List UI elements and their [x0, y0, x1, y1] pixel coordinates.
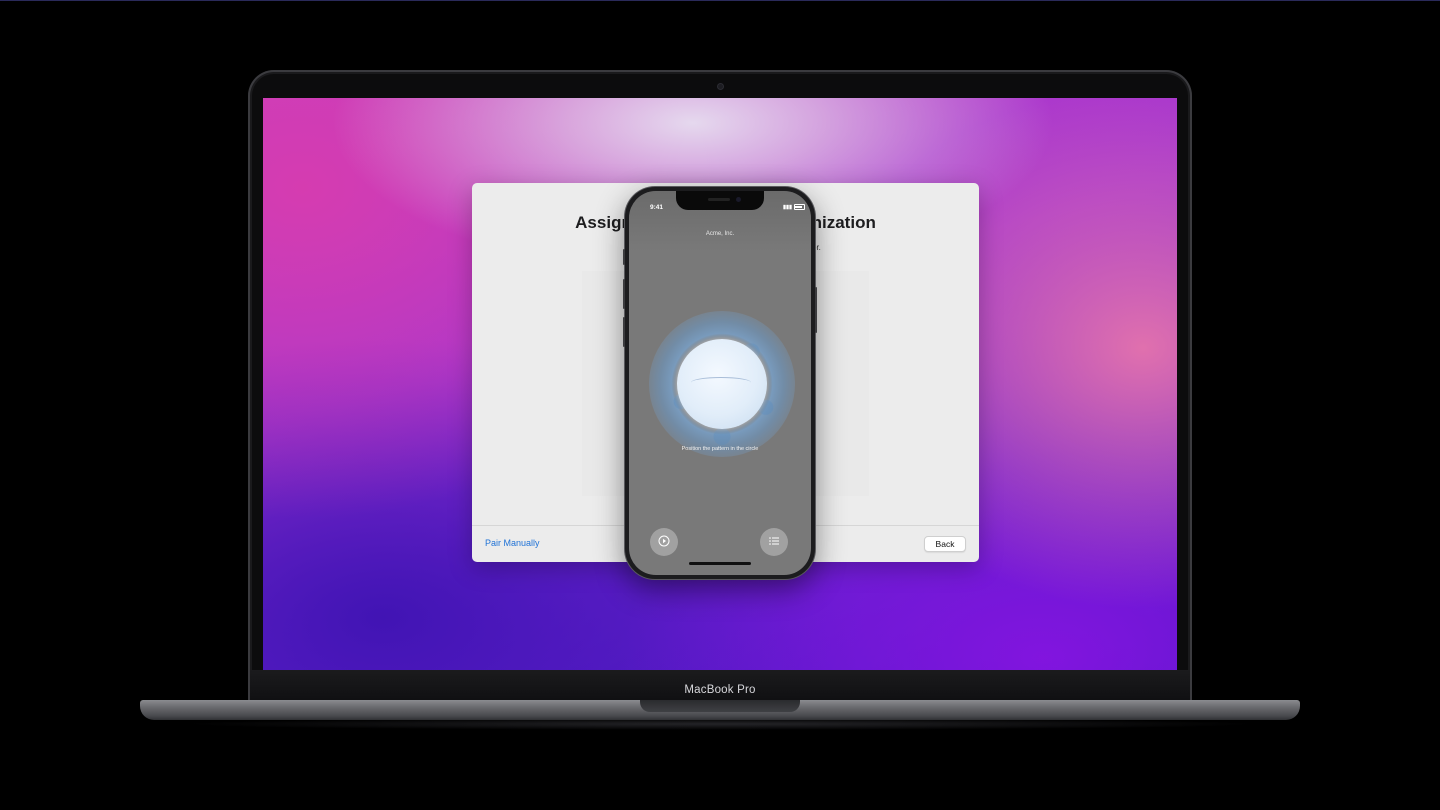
- list-icon[interactable]: [760, 528, 788, 556]
- stage: MacBook Pro Assign this Mac to Your Orga…: [0, 0, 1440, 810]
- signal-icon: ▮▮▮: [783, 204, 793, 211]
- play-circle-icon[interactable]: [650, 528, 678, 556]
- speaker-icon: [708, 198, 730, 201]
- pairing-target-circle: [677, 339, 767, 429]
- pair-manually-link[interactable]: Pair Manually: [485, 538, 540, 548]
- macbook-model-label: MacBook Pro: [684, 684, 756, 696]
- battery-icon: [793, 204, 805, 210]
- iphone: 9:41 ▮▮▮ Acme, Inc. Position the pattern…: [623, 187, 817, 579]
- phone-volume-up-button: [623, 279, 625, 309]
- home-indicator[interactable]: [689, 562, 751, 565]
- pattern-hint: Position the pattern in the circle: [681, 446, 759, 452]
- organization-name: Acme, Inc.: [705, 231, 735, 237]
- phone-screen: 9:41 ▮▮▮ Acme, Inc. Position the pattern…: [629, 191, 811, 575]
- top-edge-line: [0, 0, 1440, 1]
- phone-action-button: [623, 249, 625, 265]
- phone-side-button: [815, 287, 817, 333]
- back-button[interactable]: Back: [924, 536, 966, 552]
- camera-icon: [718, 84, 723, 89]
- status-icons: ▮▮▮: [783, 204, 805, 210]
- macbook-lid-notch: [640, 700, 800, 712]
- phone-volume-down-button: [623, 317, 625, 347]
- front-camera-icon: [736, 197, 741, 202]
- status-time: 9:41: [650, 204, 664, 211]
- phone-notch: [676, 191, 764, 210]
